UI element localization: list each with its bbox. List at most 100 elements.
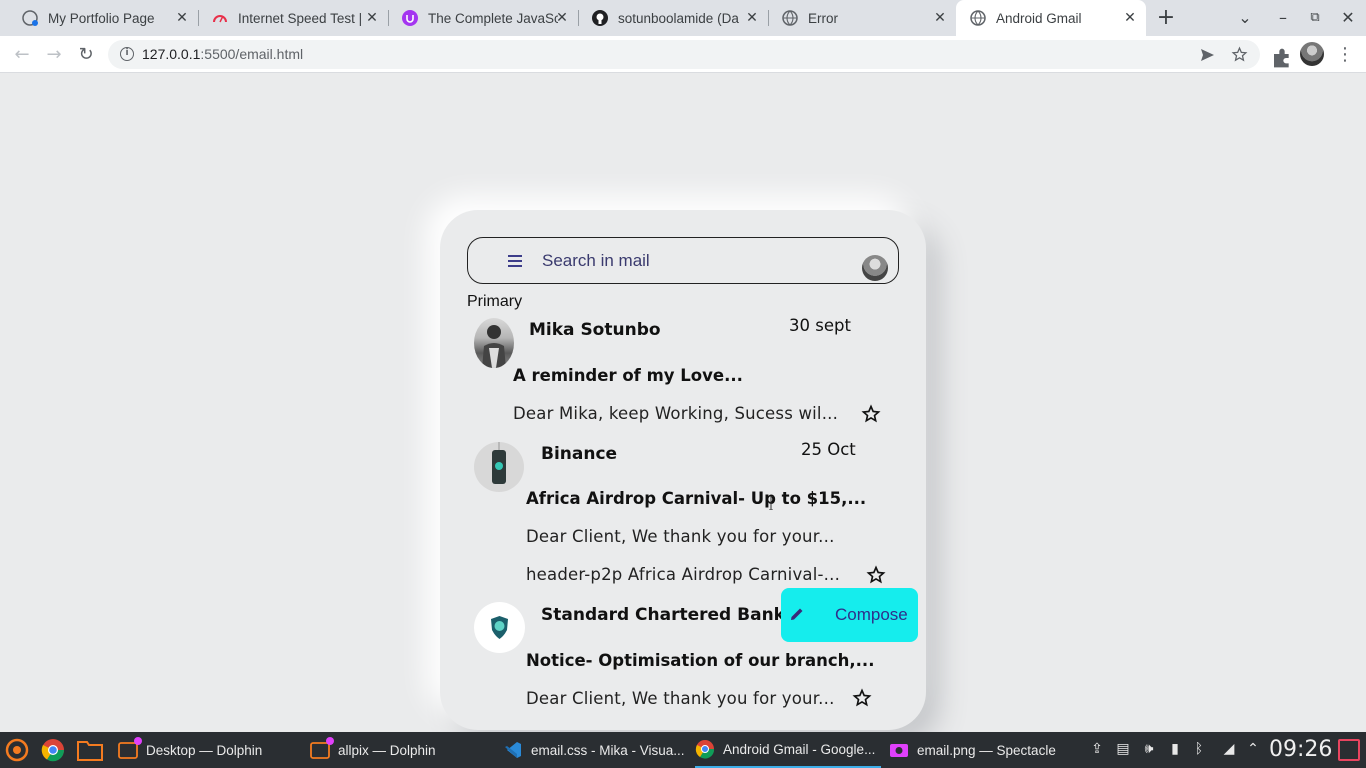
battery-icon[interactable]: ▮ xyxy=(1166,740,1184,758)
volume-icon[interactable]: 🕪 xyxy=(1140,740,1158,758)
minimize-icon[interactable]: – xyxy=(1273,8,1293,28)
close-icon[interactable]: ✕ xyxy=(174,10,190,26)
hamburger-menu-icon[interactable] xyxy=(508,255,522,267)
bank-shield-icon xyxy=(491,616,508,639)
star-icon[interactable] xyxy=(861,404,881,424)
tab-my-portfolio[interactable]: My Portfolio Page ✕ xyxy=(8,0,198,36)
restore-icon[interactable]: ⧉ xyxy=(1305,8,1325,28)
vscode-icon xyxy=(503,740,523,760)
close-icon[interactable]: ✕ xyxy=(1122,10,1138,26)
email-preview: Dear Client, We thank you for your... xyxy=(526,689,835,708)
star-icon[interactable] xyxy=(852,688,872,708)
compose-button[interactable]: Compose xyxy=(781,588,918,642)
notification-badge xyxy=(134,737,142,745)
email-preview: header-p2p Africa Airdrop Carnival-... xyxy=(526,565,841,584)
window-close-icon[interactable]: ✕ xyxy=(1338,8,1358,28)
notification-badge xyxy=(326,737,334,745)
email-subject: A reminder of my Love... xyxy=(513,366,743,385)
tab-javascript-course[interactable]: The Complete JavaSc ✕ xyxy=(388,0,578,36)
tab-title: sotunboolamide (Da xyxy=(618,10,739,26)
back-icon[interactable]: ← xyxy=(10,43,34,67)
tab-title: Error xyxy=(808,10,838,26)
wifi-icon[interactable]: ◢ xyxy=(1220,740,1238,758)
show-desktop-button[interactable] xyxy=(1338,739,1360,761)
tab-speed-test[interactable]: Internet Speed Test | ✕ xyxy=(198,0,388,36)
account-avatar[interactable] xyxy=(862,255,888,281)
app-launcher-icon[interactable] xyxy=(4,737,30,763)
person-photo-icon xyxy=(482,325,506,368)
tray-expand-icon[interactable]: ⌃ xyxy=(1244,740,1262,758)
browser-menu-icon[interactable]: ⋮ xyxy=(1333,43,1357,67)
tab-error[interactable]: Error ✕ xyxy=(768,0,956,36)
clock[interactable]: 09:26 xyxy=(1269,737,1332,762)
star-icon[interactable] xyxy=(866,565,886,585)
email-preview: Dear Client, We thank you for your... xyxy=(526,527,835,546)
compose-label: Compose xyxy=(835,605,908,624)
globe-icon xyxy=(970,10,986,26)
email-item-mika[interactable]: Mika Sotunbo 30 sept A reminder of my Lo… xyxy=(440,316,926,436)
send-icon[interactable] xyxy=(1199,47,1215,63)
url-path: :5500/email.html xyxy=(200,46,304,62)
bluetooth-icon[interactable]: ᛒ xyxy=(1190,740,1208,758)
url-text[interactable]: 127.0.0.1:5500/email.html xyxy=(142,46,303,62)
tab-title: Internet Speed Test | xyxy=(238,10,363,26)
sender-name: Mika Sotunbo xyxy=(529,320,661,340)
sender-avatar xyxy=(474,602,525,653)
taskbar-label: Android Gmail - Google... xyxy=(723,741,876,757)
section-label: Primary xyxy=(467,293,523,310)
taskbar: Desktop — Dolphin allpix — Dolphin email… xyxy=(0,732,1366,768)
email-item-binance[interactable]: Binance 25 Oct Africa Airdrop Carnival- … xyxy=(440,440,926,600)
clipboard-icon[interactable]: ▤ xyxy=(1114,740,1132,758)
taskbar-item-dolphin-allpix[interactable]: allpix — Dolphin xyxy=(310,732,496,768)
tab-strip: My Portfolio Page ✕ Internet Speed Test … xyxy=(0,0,1366,36)
extensions-puzzle-icon[interactable] xyxy=(1270,46,1294,70)
address-bar[interactable]: i 127.0.0.1:5500/email.html xyxy=(108,40,1260,69)
tab-search-chevron-icon[interactable]: ⌄ xyxy=(1235,8,1255,28)
taskbar-label: email.css - Mika - Visua... xyxy=(531,742,685,758)
reload-icon[interactable]: ↻ xyxy=(74,43,98,67)
globe-icon xyxy=(782,10,798,26)
chrome-icon xyxy=(695,739,715,759)
search-bar[interactable]: Search in mail xyxy=(467,237,899,284)
udemy-icon xyxy=(402,10,418,26)
taskbar-item-chrome[interactable]: Android Gmail - Google... xyxy=(695,732,881,768)
chrome-pinned-icon[interactable] xyxy=(40,737,66,763)
gmail-app-card: Search in mail Primary Mika Sotunbo 30 s… xyxy=(440,210,926,730)
dolphin-icon xyxy=(310,737,334,760)
sender-name: Standard Chartered Bank xyxy=(541,605,785,625)
updates-icon[interactable]: ⇪ xyxy=(1088,740,1106,758)
site-info-icon[interactable]: i xyxy=(120,47,134,61)
email-date: 25 Oct xyxy=(801,440,856,459)
pencil-icon xyxy=(791,608,803,620)
tab-title: My Portfolio Page xyxy=(48,10,155,26)
bookmark-star-icon[interactable] xyxy=(1231,46,1248,63)
binance-card-icon xyxy=(492,442,506,484)
new-tab-button[interactable]: + xyxy=(1156,7,1176,29)
dolphin-icon xyxy=(118,737,142,760)
forward-icon[interactable]: → xyxy=(42,43,66,67)
close-icon[interactable]: ✕ xyxy=(364,10,380,26)
github-icon xyxy=(592,10,608,26)
folder-pinned-icon[interactable] xyxy=(76,738,104,762)
sender-name: Binance xyxy=(541,444,618,464)
sender-avatar xyxy=(474,318,514,368)
profile-avatar[interactable] xyxy=(1300,42,1324,66)
page-viewport: Search in mail Primary Mika Sotunbo 30 s… xyxy=(0,74,1366,732)
taskbar-item-spectacle[interactable]: email.png — Spectacle xyxy=(889,732,1075,768)
search-input[interactable]: Search in mail xyxy=(542,251,650,271)
taskbar-item-vscode[interactable]: email.css - Mika - Visua... xyxy=(503,732,689,768)
email-preview: Dear Mika, keep Working, Sucess wil... xyxy=(513,404,839,423)
close-icon[interactable]: ✕ xyxy=(744,10,760,26)
email-date: 30 sept xyxy=(789,316,851,335)
close-icon[interactable]: ✕ xyxy=(932,10,948,26)
close-icon[interactable]: ✕ xyxy=(554,10,570,26)
taskbar-label: Desktop — Dolphin xyxy=(146,742,263,758)
email-subject: Notice- Optimisation of our branch,... xyxy=(526,651,875,670)
globe-icon xyxy=(22,10,38,26)
taskbar-item-dolphin-desktop[interactable]: Desktop — Dolphin xyxy=(118,732,304,768)
tab-android-gmail[interactable]: Android Gmail ✕ xyxy=(956,0,1146,36)
tab-github[interactable]: sotunboolamide (Da ✕ xyxy=(578,0,768,36)
taskbar-label: email.png — Spectacle xyxy=(917,742,1056,758)
url-host: 127.0.0.1 xyxy=(142,46,201,62)
speedtest-icon xyxy=(213,15,227,23)
